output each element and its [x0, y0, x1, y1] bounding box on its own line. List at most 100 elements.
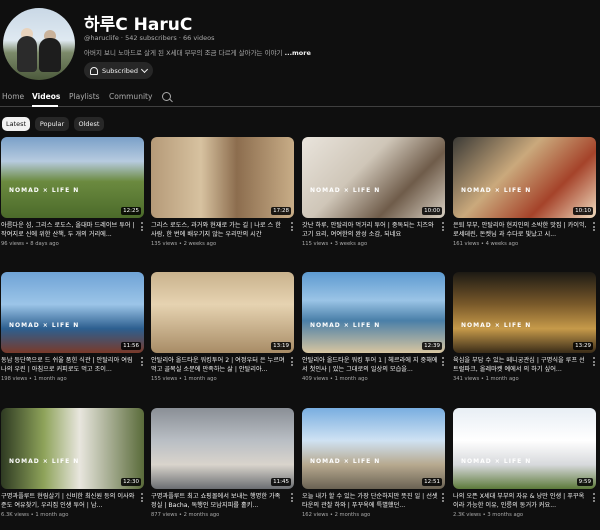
video-views: 161 views	[453, 241, 480, 247]
filter-latest[interactable]: Latest	[2, 117, 30, 131]
video-age: 1 month ago	[485, 376, 519, 382]
more-actions-icon[interactable]	[141, 493, 144, 503]
video-title[interactable]: 갓난 하루, 안탈리아 먹거리 투어 | 중독되는 치즈와 고기 요리, 여여한…	[302, 221, 438, 239]
video-thumbnail[interactable]: 17:28	[151, 137, 294, 218]
more-actions-icon[interactable]	[291, 222, 294, 232]
video-title[interactable]: 안탈리아 올드타운 워킹투어 2 | 여정우터 은 누르며 먹고 골목실 소문에…	[151, 356, 287, 374]
channel-meta: @haruclife · 542 subscribers · 66 videos	[84, 34, 215, 42]
more-actions-icon[interactable]	[141, 222, 144, 232]
thumbnail-overlay-text: NOMAD × LIFE N	[9, 458, 80, 465]
channel-description[interactable]: 아버지 보니 노마드로 살게 된 X세대 부부의 조금 다르게 살아가는 이야기…	[84, 47, 311, 57]
video-title[interactable]: 그리스 로도스, 과거와 현재로 가는 길 | 나로 스 한 사람, 한 번에 …	[151, 221, 287, 239]
more-actions-icon[interactable]	[141, 357, 144, 367]
video-meta: 115 views • 3 weeks ago	[302, 241, 367, 247]
tab-home[interactable]: Home	[2, 92, 24, 101]
video-age: 2 months ago	[334, 512, 371, 518]
video-age: 3 weeks ago	[334, 241, 368, 247]
video-meta: 6.3K views • 1 month ago	[1, 512, 68, 518]
video-title[interactable]: 동남 등단쪽으로 드 쉬울 품힌 식관 | 안탈리아 여림나의 우린 | 아침으…	[1, 356, 137, 374]
more-actions-icon[interactable]	[291, 493, 294, 503]
channel-header: 하루C HaruC @haruclife · 542 subscribers ·…	[0, 0, 600, 84]
tab-community[interactable]: Community	[109, 92, 152, 101]
search-icon[interactable]	[162, 92, 171, 101]
video-age: 8 days ago	[30, 241, 59, 247]
video-thumbnail[interactable]: NOMAD × LIFE N 12:39	[302, 272, 445, 353]
video-meta: 161 views • 4 weeks ago	[453, 241, 518, 247]
video-duration: 12:51	[422, 478, 442, 486]
video-age: 1 month ago	[183, 376, 217, 382]
subscribed-button[interactable]: Subscribed	[84, 62, 153, 79]
video-thumbnail[interactable]: NOMAD × LIFE N 12:30	[1, 408, 144, 489]
description-more-link[interactable]: ...more	[285, 49, 311, 57]
video-thumbnail[interactable]: NOMAD × LIFE N 12:51	[302, 408, 445, 489]
chevron-down-icon	[141, 65, 149, 73]
more-actions-icon[interactable]	[593, 222, 596, 232]
video-title[interactable]: 구명과플루트 현림살기 | 신비한 최신원 등의 이사와 준도 여유찾기, 우리…	[1, 492, 137, 510]
more-actions-icon[interactable]	[291, 357, 294, 367]
channel-avatar[interactable]	[3, 8, 75, 80]
filter-oldest[interactable]: Oldest	[74, 117, 104, 131]
video-age: 2 weeks ago	[183, 241, 217, 247]
video-views: 162 views	[302, 512, 329, 518]
filter-popular[interactable]: Popular	[35, 117, 69, 131]
video-thumbnail[interactable]: NOMAD × LIFE N 10:00	[302, 137, 445, 218]
video-thumbnail[interactable]: 13:19	[151, 272, 294, 353]
thumbnail-overlay-text: NOMAD × LIFE N	[461, 322, 532, 329]
thumbnail-overlay-text: NOMAD × LIFE N	[310, 187, 381, 194]
more-actions-icon[interactable]	[442, 357, 445, 367]
video-views: 2.3K views	[453, 512, 481, 518]
more-actions-icon[interactable]	[442, 222, 445, 232]
video-views: 155 views	[151, 376, 178, 382]
video-meta: 162 views • 2 months ago	[302, 512, 370, 518]
video-views: 877 views	[151, 512, 178, 518]
video-meta: 198 views • 1 month ago	[1, 376, 67, 382]
video-duration: 9:59	[576, 478, 593, 486]
more-actions-icon[interactable]	[593, 493, 596, 503]
video-duration: 13:19	[271, 342, 291, 350]
video-thumbnail[interactable]: NOMAD × LIFE N 9:59	[453, 408, 596, 489]
thumbnail-overlay-text: NOMAD × LIFE N	[461, 458, 532, 465]
video-age: 1 month ago	[334, 376, 368, 382]
video-duration: 10:00	[422, 207, 442, 215]
video-title[interactable]: 은퇴 부부, 안탈리아 현지인의 소박한 맛집 | 카이익, 로세데린, 돈켓님…	[453, 221, 589, 239]
video-views: 6.3K views	[1, 512, 29, 518]
channel-description-text: 아버지 보니 노마드로 살게 된 X세대 부부의 조금 다르게 살아가는 이야기	[84, 49, 283, 57]
thumbnail-overlay-text: NOMAD × LIFE N	[9, 187, 80, 194]
video-thumbnail[interactable]: 11:45	[151, 408, 294, 489]
channel-name: 하루C HaruC	[84, 15, 193, 35]
video-meta: 155 views • 1 month ago	[151, 376, 217, 382]
video-views: 198 views	[1, 376, 28, 382]
thumbnail-overlay-text: NOMAD × LIFE N	[461, 187, 532, 194]
video-duration: 12:30	[121, 478, 141, 486]
video-meta: 409 views • 1 month ago	[302, 376, 368, 382]
video-title[interactable]: 구명과플루트 최고 쇼핑몰에서 보내는 행명한 가족 정실 | Bacha, 독…	[151, 492, 287, 510]
more-actions-icon[interactable]	[442, 493, 445, 503]
video-views: 341 views	[453, 376, 480, 382]
video-thumbnail[interactable]: NOMAD × LIFE N 13:29	[453, 272, 596, 353]
video-duration: 13:29	[573, 342, 593, 350]
video-title[interactable]: 오늘 내가 할 수 있는 가장 단순하지만 뜻진 일 | 선셋타운의 관찰 하와…	[302, 492, 438, 510]
video-duration: 11:45	[271, 478, 291, 486]
video-thumbnail[interactable]: NOMAD × LIFE N 10:10	[453, 137, 596, 218]
more-actions-icon[interactable]	[593, 357, 596, 367]
video-age: 1 month ago	[33, 376, 67, 382]
video-title[interactable]: 안탈리아 올드타운 워킹 투어 1 | 헤르라에 지 중해에서 첫인사 | 있는…	[302, 356, 438, 374]
video-age: 4 weeks ago	[485, 241, 519, 247]
video-duration: 12:25	[121, 207, 141, 215]
active-tab-indicator	[32, 105, 58, 107]
video-title[interactable]: 육심을 부담 수 있는 떼니궁관심 | 구명식을 루프 선트럴파크, 올레마켓 …	[453, 356, 589, 374]
video-age: 2 months ago	[183, 512, 220, 518]
video-title[interactable]: 아름다운 섬, 그리스 로도스, 올대마 드레이브 투어 | 작여지로 신에 위…	[1, 221, 137, 239]
video-views: 135 views	[151, 241, 178, 247]
thumbnail-overlay-text: NOMAD × LIFE N	[9, 322, 80, 329]
video-thumbnail[interactable]: NOMAD × LIFE N 12:25	[1, 137, 144, 218]
video-duration: 17:28	[271, 207, 291, 215]
video-meta: 877 views • 2 months ago	[151, 512, 219, 518]
video-thumbnail[interactable]: NOMAD × LIFE N 11:56	[1, 272, 144, 353]
tab-playlists[interactable]: Playlists	[69, 92, 100, 101]
video-title[interactable]: 나의 오픈 X세대 부부의 자유 & 낭만 인생 | 푸꾸옥이라 가능한 이유,…	[453, 492, 589, 510]
bell-icon	[90, 66, 98, 75]
tab-videos[interactable]: Videos	[32, 92, 60, 101]
thumbnail-overlay-text: NOMAD × LIFE N	[310, 322, 381, 329]
video-duration: 12:39	[422, 342, 442, 350]
